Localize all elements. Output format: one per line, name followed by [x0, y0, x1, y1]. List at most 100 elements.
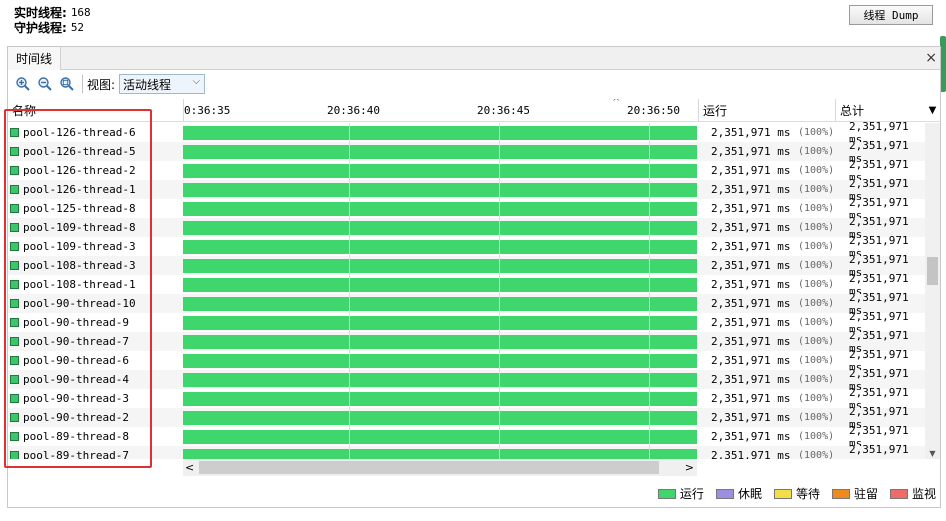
run-percent-cell: (100%) — [798, 260, 835, 271]
thread-name: pool-125-thread-8 — [23, 202, 136, 215]
table-row[interactable]: pool-90-thread-10 2,351,971 ms (100%) 2,351… — [8, 291, 925, 317]
thread-name-cell: pool-89-thread-7 — [10, 446, 129, 459]
thread-name: pool-89-thread-8 — [23, 430, 129, 443]
tab-timeline[interactable]: 时间线 — [8, 47, 62, 70]
thread-name-cell: pool-90-thread-3 — [10, 389, 129, 408]
thread-name: pool-126-thread-2 — [23, 164, 136, 177]
run-percent-cell: (100%) — [798, 222, 835, 233]
zoom-fit-icon[interactable] — [56, 73, 78, 95]
scroll-down-icon[interactable]: ▼ — [925, 446, 940, 459]
thread-name-cell: pool-126-thread-1 — [10, 180, 136, 199]
thread-state-icon — [10, 299, 19, 308]
thread-name: pool-90-thread-6 — [23, 354, 129, 367]
thread-timeline-bar — [183, 145, 697, 159]
thread-dump-button[interactable]: 线程 Dump — [849, 5, 933, 25]
thread-timeline-bar — [183, 373, 697, 387]
thread-name: pool-108-thread-1 — [23, 278, 136, 291]
table-row[interactable]: pool-89-thread-7 2,351,971 ms (100%) 2,351,… — [8, 442, 925, 460]
live-threads-row: 实时线程: 168 — [14, 5, 91, 20]
table-row[interactable]: pool-90-thread-9 2,351,971 ms (100%) 2,351,… — [8, 310, 925, 336]
thread-table: 名称 ^ 0:36:35 20:36:40 20:36:45 20:36:50 … — [8, 99, 940, 459]
thread-timeline-bar — [183, 411, 697, 425]
thread-name: pool-108-thread-3 — [23, 259, 136, 272]
run-time-cell: 2,351,971 ms — [711, 430, 791, 443]
table-row[interactable]: pool-109-thread-8 2,351,971 ms (100%) 2,351… — [8, 215, 925, 241]
table-row[interactable]: pool-125-thread-8 2,351,971 ms (100%) 2,351… — [8, 196, 925, 222]
thread-timeline-bar — [183, 316, 697, 330]
column-header-timeline[interactable]: ^ 0:36:35 20:36:40 20:36:45 20:36:50 — [183, 99, 697, 122]
thread-state-icon — [10, 394, 19, 403]
table-row[interactable]: pool-90-thread-7 2,351,971 ms (100%) 2,351,… — [8, 329, 925, 355]
zoom-in-icon[interactable] — [12, 73, 34, 95]
thread-state-icon — [10, 166, 19, 175]
column-menu-icon[interactable]: ▼ — [925, 99, 940, 122]
scroll-left-icon[interactable]: < — [185, 459, 194, 476]
run-time-cell: 2,351,971 ms — [711, 316, 791, 329]
thread-timeline-bar — [183, 240, 697, 254]
time-tick: 20:36:45 — [477, 104, 530, 117]
time-tick: 20:36:40 — [327, 104, 380, 117]
run-time-cell: 2,351,971 ms — [711, 278, 791, 291]
table-row[interactable]: pool-126-thread-1 2,351,971 ms (100%) 2,351… — [8, 177, 925, 203]
daemon-threads-row: 守护线程: 52 — [14, 20, 91, 35]
table-row[interactable]: pool-126-thread-2 2,351,971 ms (100%) 2,351… — [8, 158, 925, 184]
table-row[interactable]: pool-90-thread-6 2,351,971 ms (100%) 2,351,… — [8, 348, 925, 374]
table-row[interactable]: pool-126-thread-6 2,351,971 ms (100%) 2,351… — [8, 120, 925, 146]
thread-name: pool-126-thread-1 — [23, 183, 136, 196]
table-row[interactable]: pool-90-thread-4 2,351,971 ms (100%) 2,351,… — [8, 367, 925, 393]
thread-name: pool-109-thread-8 — [23, 221, 136, 234]
run-percent-cell: (100%) — [798, 165, 835, 176]
table-row[interactable]: pool-108-thread-1 2,351,971 ms (100%) 2,351… — [8, 272, 925, 298]
total-time-cell: 2,351,971 ms — [849, 442, 909, 460]
close-icon[interactable]: × — [925, 50, 937, 66]
thread-timeline-bar — [183, 278, 697, 292]
run-percent-cell: (100%) — [798, 412, 835, 423]
thread-name: pool-90-thread-10 — [23, 297, 136, 310]
thread-name: pool-90-thread-4 — [23, 373, 129, 386]
table-row[interactable]: pool-109-thread-3 2,351,971 ms (100%) 2,351… — [8, 234, 925, 260]
thread-timeline-bar — [183, 335, 697, 349]
thread-timeline-bar — [183, 202, 697, 216]
column-header-name[interactable]: 名称 — [12, 99, 178, 122]
column-header-run[interactable]: 运行 — [698, 99, 835, 122]
thread-name-cell: pool-89-thread-8 — [10, 427, 129, 446]
view-select-value: 活动线程 — [123, 77, 172, 92]
state-legend: 运行 休眠 等待 驻留 监视 — [646, 485, 936, 502]
thread-timeline-bar — [183, 354, 697, 368]
table-row[interactable]: pool-126-thread-5 2,351,971 ms (100%) 2,351… — [8, 139, 925, 165]
table-row[interactable]: pool-90-thread-3 2,351,971 ms (100%) 2,351,… — [8, 386, 925, 412]
run-percent-cell: (100%) — [798, 317, 835, 328]
run-percent-cell: (100%) — [798, 431, 835, 442]
legend-label: 监视 — [911, 487, 936, 501]
time-tick: 20:36:50 — [627, 104, 680, 117]
horizontal-scrollbar[interactable]: < > — [183, 459, 697, 476]
thread-state-icon — [10, 147, 19, 156]
table-row[interactable]: pool-108-thread-3 2,351,971 ms (100%) 2,351… — [8, 253, 925, 279]
table-row[interactable]: pool-89-thread-8 2,351,971 ms (100%) 2,351,… — [8, 424, 925, 450]
run-time-cell: 2,351,971 ms — [711, 259, 791, 272]
thread-name: pool-90-thread-7 — [23, 335, 129, 348]
vertical-scrollbar-thumb[interactable] — [927, 257, 938, 285]
table-row[interactable]: pool-90-thread-2 2,351,971 ms (100%) 2,351,… — [8, 405, 925, 431]
thread-name: pool-109-thread-3 — [23, 240, 136, 253]
run-percent-cell: (100%) — [798, 146, 835, 157]
vertical-scrollbar[interactable]: ▼ — [925, 123, 940, 459]
zoom-out-icon[interactable] — [34, 73, 56, 95]
thread-timeline-bar — [183, 164, 697, 178]
thread-name-cell: pool-90-thread-6 — [10, 351, 129, 370]
scroll-right-icon[interactable]: > — [685, 459, 694, 476]
run-time-cell: 2,351,971 ms — [711, 183, 791, 196]
view-select[interactable]: 活动线程 ⌵ — [119, 74, 206, 94]
legend-item: 运行 — [657, 485, 704, 502]
run-percent-cell: (100%) — [798, 393, 835, 404]
legend-label: 等待 — [795, 487, 820, 501]
thread-state-icon — [10, 128, 19, 137]
thread-name-cell: pool-126-thread-2 — [10, 161, 136, 180]
run-percent-cell: (100%) — [798, 203, 835, 214]
horizontal-scrollbar-thumb[interactable] — [199, 461, 659, 474]
thread-name-cell: pool-125-thread-8 — [10, 199, 136, 218]
legend-swatch — [773, 488, 792, 499]
thread-name: pool-89-thread-7 — [23, 449, 129, 459]
run-time-cell: 2,351,971 ms — [711, 126, 791, 139]
thread-name-cell: pool-90-thread-9 — [10, 313, 129, 332]
